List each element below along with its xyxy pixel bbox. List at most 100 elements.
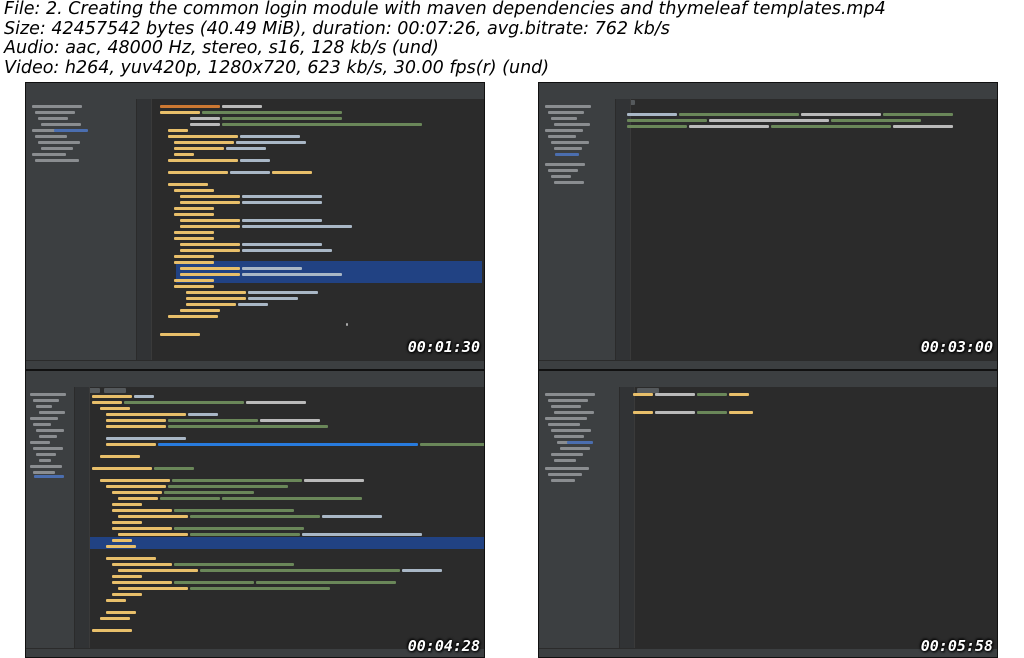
tree-item xyxy=(33,399,59,402)
project-panel xyxy=(539,387,620,649)
code-token xyxy=(226,147,266,150)
code-token xyxy=(242,249,332,252)
code-token xyxy=(106,437,186,440)
code-token xyxy=(190,515,320,518)
code-token xyxy=(186,297,246,300)
code-token xyxy=(633,411,653,414)
tree-item xyxy=(545,129,583,132)
tree-item xyxy=(30,441,50,444)
code-token xyxy=(230,171,270,174)
code-token xyxy=(180,273,240,276)
tree-item xyxy=(554,147,582,150)
code-token xyxy=(801,113,881,116)
code-token xyxy=(106,413,186,416)
code-token xyxy=(158,443,418,446)
code-token xyxy=(697,393,727,396)
code-token xyxy=(190,117,220,120)
code-token xyxy=(200,569,400,572)
tree-item xyxy=(560,447,590,450)
code-token xyxy=(190,533,300,536)
tree-item xyxy=(35,135,67,138)
code-token xyxy=(729,411,753,414)
code-token xyxy=(302,533,422,536)
code-token xyxy=(190,123,220,126)
status-bar xyxy=(539,360,997,369)
code-token xyxy=(627,119,707,122)
code-token xyxy=(106,485,166,488)
code-token xyxy=(322,515,382,518)
file-line: File: 2. Creating the common login modul… xyxy=(4,0,886,19)
code-token xyxy=(242,273,342,276)
code-token xyxy=(679,113,799,116)
code-token xyxy=(172,479,302,482)
code-token xyxy=(106,443,156,446)
tree-item xyxy=(35,111,75,114)
thumbnail-4[interactable]: 00:05:58 xyxy=(538,370,998,658)
code-token xyxy=(689,125,769,128)
tree-item xyxy=(545,467,589,470)
tree-item xyxy=(551,479,575,482)
code-token xyxy=(402,569,442,572)
code-token xyxy=(627,113,677,116)
tree-item xyxy=(38,117,68,120)
tree-item xyxy=(41,147,73,150)
status-bar xyxy=(26,360,484,369)
selected-code-block xyxy=(176,261,482,283)
code-token xyxy=(180,249,240,252)
thumbnail-3[interactable]: 00:04:28 xyxy=(25,370,485,658)
tree-item xyxy=(551,453,583,456)
tree-item xyxy=(39,411,65,414)
tree-item xyxy=(554,435,584,438)
code-token xyxy=(240,135,300,138)
code-token xyxy=(242,225,352,228)
code-token xyxy=(236,141,306,144)
tree-item-selected xyxy=(54,129,88,132)
code-token xyxy=(256,581,396,584)
tree-item xyxy=(30,465,62,468)
code-token xyxy=(174,527,304,530)
tree-item xyxy=(551,429,591,432)
thumbnail-2[interactable]: 00:03:00 xyxy=(538,82,998,370)
code-token xyxy=(174,189,214,192)
audio-line: Audio: aac, 48000 Hz, stereo, s16, 128 k… xyxy=(4,38,439,58)
tree-item xyxy=(554,123,590,126)
code-token xyxy=(174,147,224,150)
code-token xyxy=(124,401,244,404)
code-token xyxy=(190,587,330,590)
code-token xyxy=(174,231,214,234)
code-token xyxy=(186,291,246,294)
timestamp: 00:04:28 xyxy=(407,637,480,655)
code-token xyxy=(242,201,322,204)
code-token xyxy=(180,243,240,246)
code-token xyxy=(222,497,362,500)
tree-item xyxy=(545,163,585,166)
code-token xyxy=(112,503,142,506)
tree-item xyxy=(32,105,82,108)
code-token xyxy=(100,455,140,458)
code-token xyxy=(118,533,188,536)
tree-item xyxy=(33,423,51,426)
code-token xyxy=(118,587,188,590)
code-token xyxy=(174,255,214,258)
code-token xyxy=(174,213,214,216)
tree-item xyxy=(30,393,66,396)
editor-gutter xyxy=(620,387,635,649)
code-token xyxy=(168,171,228,174)
code-token xyxy=(112,509,172,512)
tree-item xyxy=(548,135,576,138)
code-token xyxy=(106,611,136,614)
tree-item xyxy=(39,435,57,438)
code-token xyxy=(260,419,320,422)
tree-item xyxy=(548,169,578,172)
code-token xyxy=(242,243,322,246)
code-token xyxy=(112,491,162,494)
timestamp: 00:01:30 xyxy=(407,338,480,356)
code-token xyxy=(246,401,306,404)
code-token xyxy=(168,135,238,138)
code-token xyxy=(160,497,220,500)
code-token xyxy=(242,195,322,198)
code-token xyxy=(168,485,288,488)
tree-item xyxy=(33,471,55,474)
thumbnail-1[interactable]: 00:01:30 xyxy=(25,82,485,370)
code-token xyxy=(729,393,749,396)
